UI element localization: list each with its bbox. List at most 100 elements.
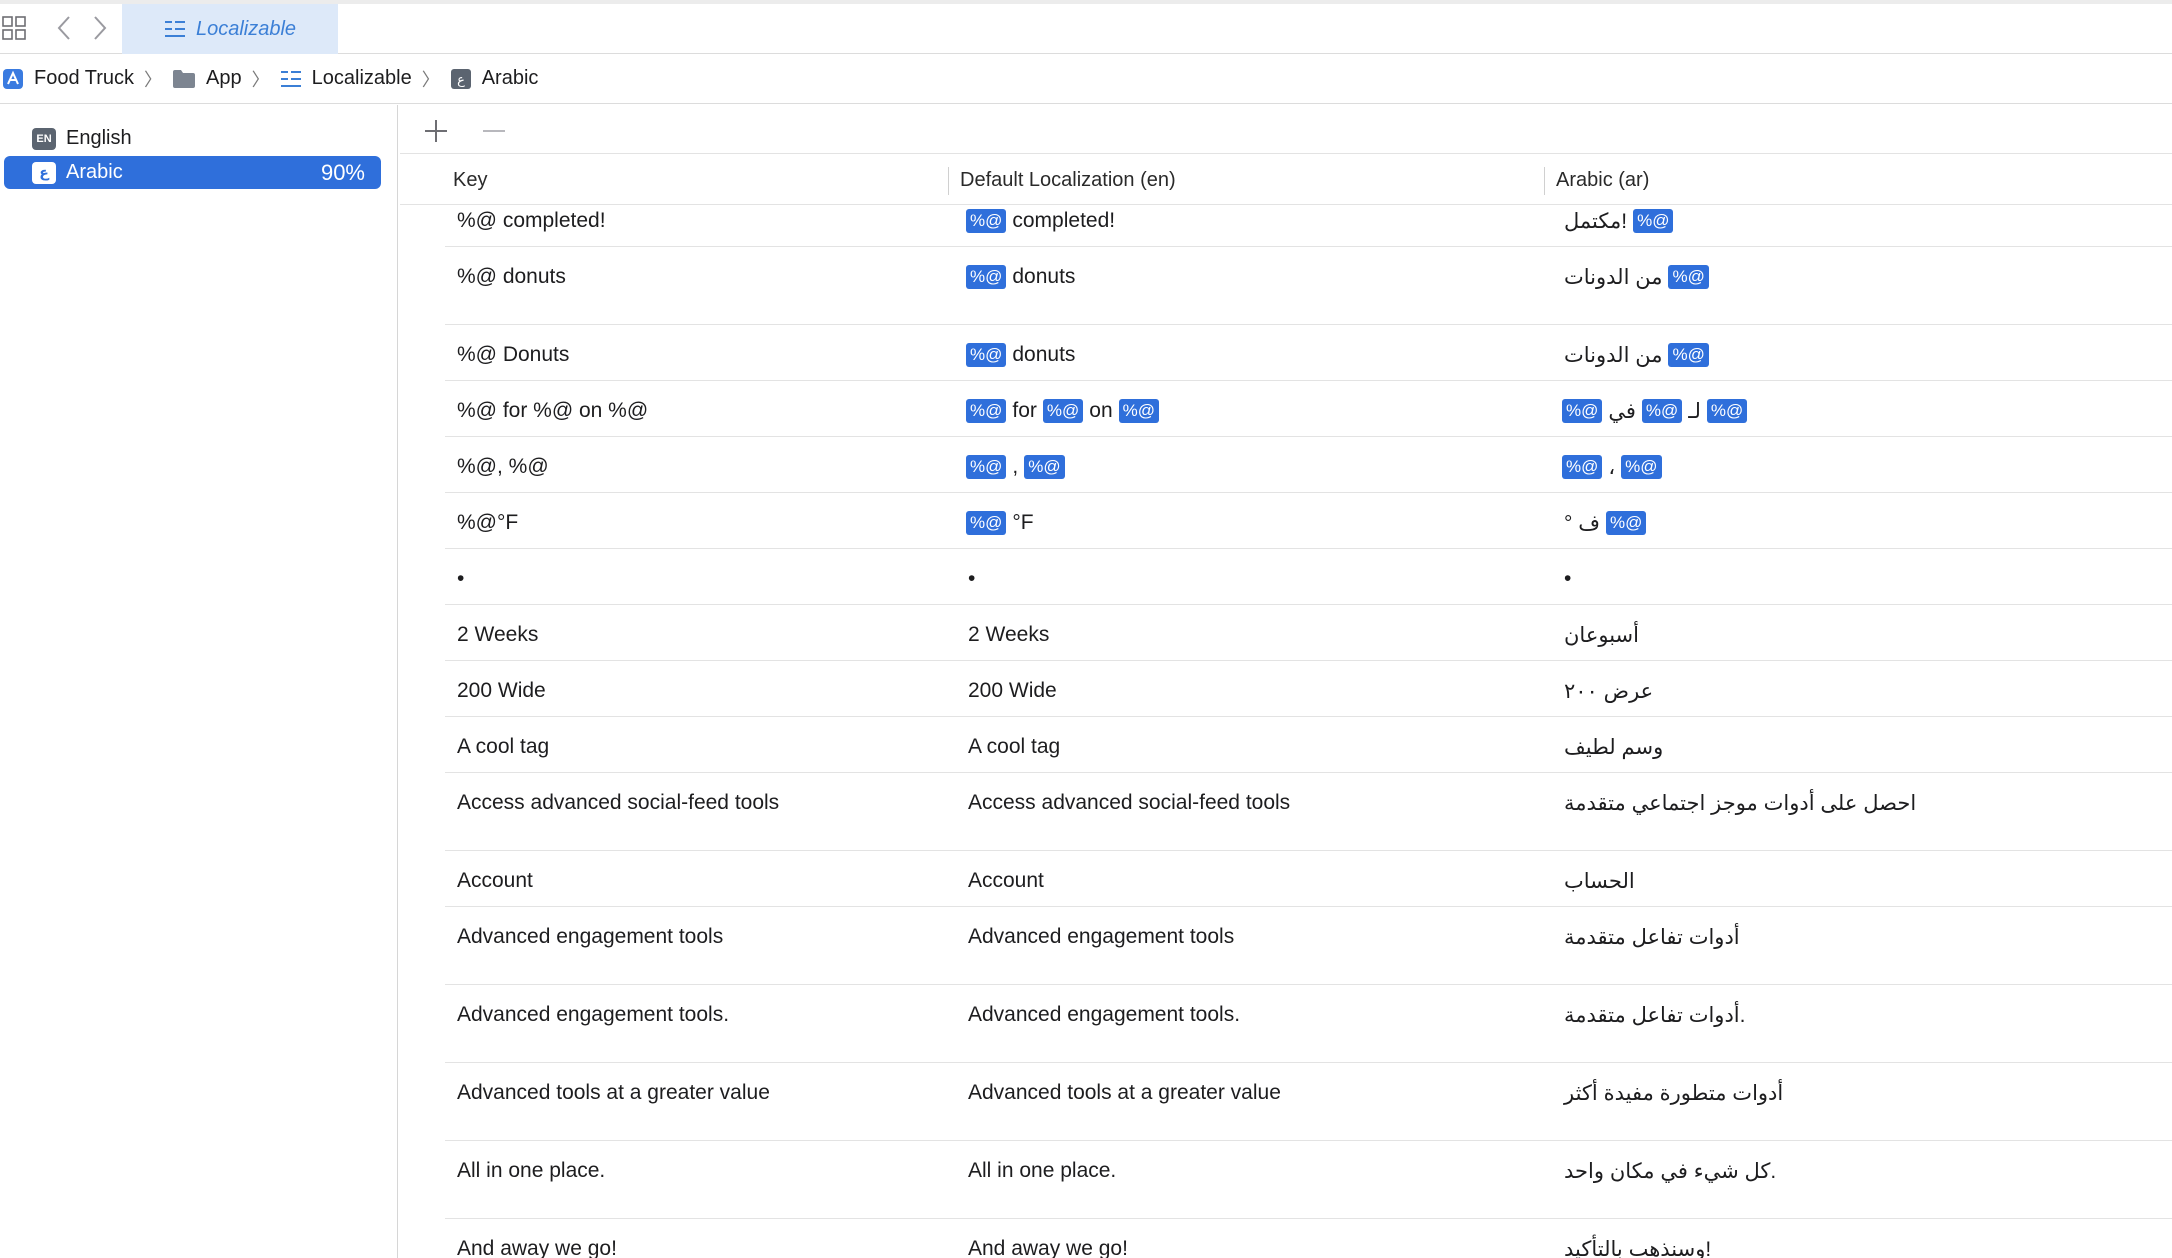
table-row[interactable]: Account Account الحساب [445,851,2172,907]
cell-text: ، [1608,455,1616,479]
chevron-left-icon[interactable] [54,14,74,42]
breadcrumb: Food Truck 〉 App 〉 Localizable 〉 ع Arabi… [0,54,2172,104]
cell-text: الحساب [1564,869,1635,893]
column-header-default[interactable]: Default Localization (en) [960,155,1176,205]
cell-text: And away we go! [968,1237,1128,1258]
table-row[interactable]: • • • [445,549,2172,605]
plus-icon[interactable] [420,115,452,147]
table-row[interactable]: Advanced tools at a greater value Advance… [445,1063,2172,1141]
arabic-translation-cell[interactable]: وسنذهب بالتأكيد! [1560,1229,1715,1258]
key-cell[interactable]: • [457,559,464,599]
arabic-translation-cell[interactable]: أدوات تفاعل متقدمة. [1560,995,1749,1035]
arabic-translation-cell[interactable]: احصل على أدوات موجز اجتماعي متقدمة [1560,783,1920,823]
table-row[interactable]: %@ for %@ on %@ %@ for %@ on %@ %@ في %@ لـ %@ [445,381,2172,437]
arabic-translation-cell[interactable]: أدوات تفاعل متقدمة [1560,917,1744,957]
table-row[interactable]: A cool tag A cool tag وسم لطيف [445,717,2172,773]
key-cell[interactable]: 2 Weeks [457,615,538,655]
minus-icon[interactable] [478,115,510,147]
format-specifier-token: %@ [966,399,1007,423]
key-cell[interactable]: %@ donuts [457,257,566,297]
key-cell[interactable]: All in one place. [457,1151,605,1191]
key-cell[interactable]: %@ completed! [457,205,606,241]
arabic-translation-cell[interactable]: من الدونات %@ [1560,257,1711,297]
breadcrumb-item-arabic[interactable]: ع Arabic [450,67,538,90]
default-localization-cell[interactable]: %@ donuts [964,335,1079,375]
table-row[interactable]: And away we go! And away we go! وسنذهب بال… [445,1219,2172,1258]
arabic-translation-cell[interactable]: %@ ، %@ [1560,447,1664,487]
arabic-translation-cell[interactable]: كل شيء في مكان واحد. [1560,1151,1780,1191]
key-cell[interactable]: Advanced engagement tools [457,917,723,957]
default-localization-cell[interactable]: • [964,559,979,599]
key-cell[interactable]: Access advanced social-feed tools [457,783,779,823]
editor-toolbar [400,105,2172,154]
default-localization-cell[interactable]: Account [964,861,1048,901]
arabic-translation-cell[interactable]: وسم لطيف [1560,727,1667,767]
default-localization-cell[interactable]: %@ °F [964,503,1038,543]
arabic-translation-cell[interactable]: • [1560,559,1575,599]
table-row[interactable]: Advanced engagement tools Advanced engage… [445,907,2172,985]
key-cell[interactable]: Account [457,861,533,901]
arabic-translation-cell[interactable]: أدوات متطورة مفيدة أكثر [1560,1073,1787,1113]
column-divider[interactable] [1544,167,1545,195]
tab-localizable[interactable]: Localizable [122,4,338,54]
arabic-translation-cell[interactable]: الحساب [1560,861,1639,901]
sidebar-item-arabic[interactable]: ع Arabic 90% [4,156,381,189]
default-localization-cell[interactable]: 200 Wide [964,671,1061,711]
cell-text: ° ف [1564,511,1601,535]
key-cell[interactable]: %@ Donuts [457,335,569,375]
default-localization-cell[interactable]: %@ for %@ on %@ [964,391,1161,431]
table-row[interactable]: All in one place. All in one place. كل شيء… [445,1141,2172,1219]
default-localization-cell[interactable]: Advanced engagement tools [964,917,1238,957]
key-cell[interactable]: %@°F [457,503,518,543]
column-header-arabic[interactable]: Arabic (ar) [1556,155,1649,205]
breadcrumb-item-app[interactable]: App [172,67,242,90]
arabic-translation-cell[interactable]: %@ في %@ لـ %@ [1560,391,1749,431]
breadcrumb-item-localizable[interactable]: Localizable [280,67,412,90]
column-divider[interactable] [948,167,949,195]
arabic-translation-cell[interactable]: ° ف %@ [1560,503,1648,543]
arabic-translation-cell[interactable]: أسبوعان [1560,615,1643,655]
key-cell[interactable]: A cool tag [457,727,549,767]
cell-text: Advanced tools at a greater value [968,1081,1281,1104]
arabic-translation-cell[interactable]: عرض ٢٠٠ [1560,671,1657,711]
table-row[interactable]: Advanced engagement tools. Advanced engag… [445,985,2172,1063]
cell-text: لـ [1688,399,1701,423]
default-localization-cell[interactable]: All in one place. [964,1151,1120,1191]
table-row[interactable]: 2 Weeks 2 Weeks أسبوعان [445,605,2172,661]
table-row[interactable]: %@°F %@ °F ° ف %@ [445,493,2172,549]
key-cell[interactable]: %@, %@ [457,447,549,487]
format-specifier-token: %@ [966,343,1007,367]
arabic-translation-cell[interactable]: مكتمل! %@ [1560,205,1675,241]
sidebar-item-english[interactable]: EN English [4,122,381,155]
table-row[interactable]: %@ donuts %@ donuts من الدونات %@ [445,247,2172,325]
default-localization-cell[interactable]: %@ completed! [964,205,1119,241]
arabic-translation-cell[interactable]: من الدونات %@ [1560,335,1711,375]
breadcrumb-item-food-truck[interactable]: Food Truck [2,67,134,90]
chevron-right-icon[interactable] [90,14,110,42]
default-localization-cell[interactable]: A cool tag [964,727,1064,767]
table-row[interactable]: %@ completed! %@ completed! مكتمل! %@ [445,205,2172,247]
table-row[interactable]: %@, %@ %@, %@ %@ ، %@ [445,437,2172,493]
default-localization-cell[interactable]: %@, %@ [964,447,1067,487]
key-cell[interactable]: Advanced engagement tools. [457,995,729,1035]
format-specifier-token: %@ [1606,511,1647,535]
grid-icon[interactable] [2,16,26,40]
default-localization-cell[interactable]: Advanced tools at a greater value [964,1073,1285,1113]
key-cell[interactable]: Advanced tools at a greater value [457,1073,770,1113]
cell-text: أدوات تفاعل متقدمة [1564,925,1740,949]
table-row[interactable]: 200 Wide 200 Wide عرض ٢٠٠ [445,661,2172,717]
key-cell[interactable]: 200 Wide [457,671,546,711]
column-header-key[interactable]: Key [453,155,487,205]
arabic-lang-icon: ع [32,161,56,184]
table-row[interactable]: Access advanced social-feed tools Access … [445,773,2172,851]
key-cell[interactable]: %@ for %@ on %@ [457,391,648,431]
key-cell[interactable]: And away we go! [457,1229,617,1258]
cell-text: donuts [1012,265,1076,288]
default-localization-cell[interactable]: %@ donuts [964,257,1079,297]
format-specifier-token: %@ [1024,455,1065,479]
default-localization-cell[interactable]: And away we go! [964,1229,1132,1258]
default-localization-cell[interactable]: Access advanced social-feed tools [964,783,1294,823]
default-localization-cell[interactable]: Advanced engagement tools. [964,995,1244,1035]
default-localization-cell[interactable]: 2 Weeks [964,615,1053,655]
table-row[interactable]: %@ Donuts %@ donuts من الدونات %@ [445,325,2172,381]
